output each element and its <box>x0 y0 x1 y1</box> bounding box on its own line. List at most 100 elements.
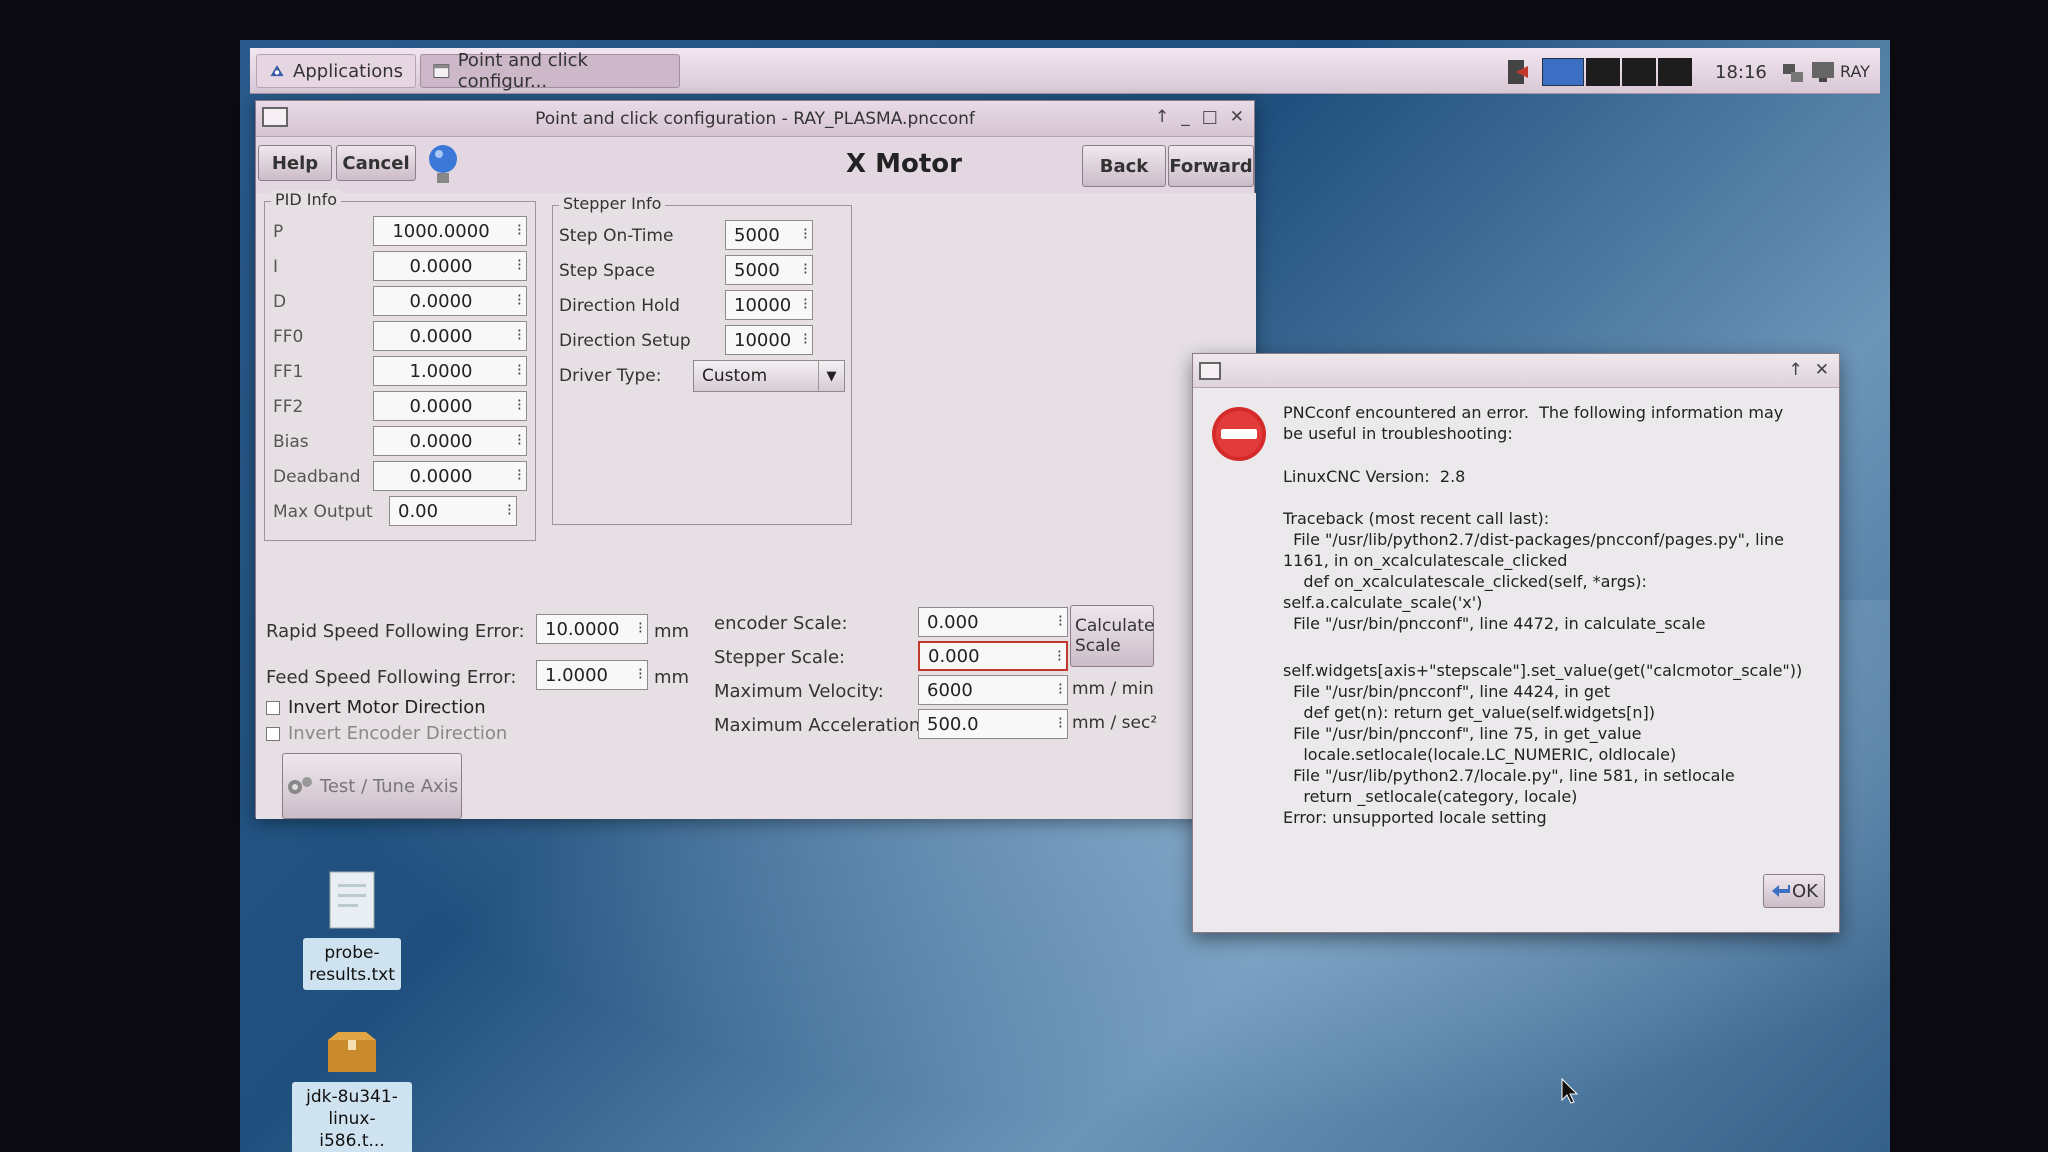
window-menu-icon[interactable] <box>1199 362 1221 380</box>
driver-type-label: Driver Type: <box>559 366 662 386</box>
max-output-spinbox[interactable]: 0.00 <box>389 496 517 526</box>
gears-icon <box>287 777 312 794</box>
linuxcnc-version-text: LinuxCNC Version: 2.8 <box>1283 467 1466 486</box>
max-acceleration-spinbox[interactable]: 500.0 <box>918 709 1068 739</box>
pid-label: Bias <box>273 432 309 452</box>
archive-package-icon <box>328 1032 376 1072</box>
label-line: jdk-8u341- <box>306 1087 398 1107</box>
step-space-spinbox[interactable]: 5000 <box>725 255 813 285</box>
stepper-info-frame: Stepper Info Step On-Time 5000 Step Spac… <box>552 194 852 525</box>
encoder-scale-spinbox[interactable]: 0.000 <box>918 607 1068 637</box>
direction-hold-spinbox[interactable]: 10000 <box>725 290 813 320</box>
window-menu-icon[interactable] <box>262 107 288 127</box>
traceback-text: Traceback (most recent call last): File … <box>1283 509 1784 633</box>
pin-icon[interactable]: ↑ <box>1155 107 1169 127</box>
workspace-switcher[interactable] <box>1542 58 1694 86</box>
page-title: X Motor <box>846 149 962 179</box>
toolbar: Help Cancel X Motor Back Forward <box>256 137 1254 193</box>
back-button[interactable]: Back <box>1082 145 1166 187</box>
applications-menu-button[interactable]: Applications <box>256 54 416 88</box>
pid-ff1-spinbox[interactable]: 1.0000 <box>373 356 527 386</box>
close-icon[interactable]: ✕ <box>1815 360 1829 380</box>
chevron-down-icon: ▼ <box>818 361 844 391</box>
dialog-titlebar[interactable]: ↑ ✕ <box>1193 354 1839 388</box>
workspace-1[interactable] <box>1542 58 1584 86</box>
pid-label: Deadband <box>273 467 361 487</box>
test-tune-axis-label: Test / Tune Axis <box>319 775 459 797</box>
stepper-scale-spinbox[interactable]: 0.000 <box>918 641 1068 671</box>
mouse-cursor-icon <box>1561 1078 1579 1104</box>
max-velocity-label: Maximum Velocity: <box>714 681 884 702</box>
encoder-scale-label: encoder Scale: <box>714 613 848 634</box>
pid-ff2-spinbox[interactable]: 0.0000 <box>373 391 527 421</box>
workspace-3[interactable] <box>1622 58 1656 86</box>
driver-type-combo[interactable]: Custom ▼ <box>693 360 845 392</box>
lightbulb-icon <box>429 145 457 183</box>
stepper-scale-label: Stepper Scale: <box>714 647 846 668</box>
logout-icon[interactable] <box>1502 58 1532 86</box>
display-icon[interactable] <box>1810 58 1836 86</box>
applications-icon <box>270 65 284 77</box>
direction-setup-spinbox[interactable]: 10000 <box>725 325 813 355</box>
desktop-icon-label: jdk-8u341- linux-i586.t... <box>292 1082 412 1152</box>
close-icon[interactable]: ✕ <box>1230 107 1244 127</box>
pid-d-spinbox[interactable]: 0.0000 <box>373 286 527 316</box>
rapid-following-error-spinbox[interactable]: 10.0000 <box>536 614 648 644</box>
ok-button[interactable]: OK <box>1763 874 1825 908</box>
text-file-icon <box>329 871 375 929</box>
pid-label: P <box>273 222 284 242</box>
maximize-icon[interactable]: □ <box>1202 107 1218 127</box>
feed-unit-label: mm <box>654 667 690 688</box>
pid-deadband-spinbox[interactable]: 0.0000 <box>373 461 527 491</box>
invert-motor-direction-checkbox[interactable]: Invert Motor Direction <box>266 697 486 718</box>
calculate-scale-button[interactable]: Calculate Scale <box>1070 605 1154 667</box>
test-tune-axis-button[interactable]: Test / Tune Axis <box>282 753 462 819</box>
feed-following-error-spinbox[interactable]: 1.0000 <box>536 660 648 690</box>
rapid-following-error-label: Rapid Speed Following Error: <box>266 621 525 642</box>
pid-ff0-spinbox[interactable]: 0.0000 <box>373 321 527 351</box>
user-name[interactable]: RAY <box>1840 62 1870 81</box>
step-on-time-label: Step On-Time <box>559 226 674 246</box>
workspace-4[interactable] <box>1658 58 1692 86</box>
cancel-button[interactable]: Cancel <box>336 145 416 181</box>
forward-button[interactable]: Forward <box>1168 145 1254 187</box>
minimize-icon[interactable]: _ <box>1181 107 1190 127</box>
window-icon <box>433 64 450 78</box>
feed-following-error-label: Feed Speed Following Error: <box>266 667 517 688</box>
checkbox-box[interactable] <box>266 700 280 715</box>
rapid-unit-label: mm <box>654 621 690 642</box>
desktop-icon-probe-results[interactable]: probe- results.txt <box>292 870 412 990</box>
pid-label: D <box>273 292 287 312</box>
pin-icon[interactable]: ↑ <box>1789 360 1803 380</box>
checkbox-box[interactable] <box>266 726 280 741</box>
applications-label: Applications <box>293 60 403 82</box>
invert-encoder-direction-checkbox[interactable]: Invert Encoder Direction <box>266 723 507 744</box>
calculate-scale-line2: Scale <box>1075 636 1121 656</box>
direction-setup-label: Direction Setup <box>559 331 691 351</box>
desktop-icon-jdk-archive[interactable]: jdk-8u341- linux-i586.t... <box>292 1030 412 1152</box>
pid-i-spinbox[interactable]: 0.0000 <box>373 251 527 281</box>
direction-hold-label: Direction Hold <box>559 296 680 316</box>
taskbar-window-button[interactable]: Point and click configur... <box>420 50 680 92</box>
max-acceleration-unit: mm / sec² <box>1072 713 1158 733</box>
pid-label: FF1 <box>273 362 304 382</box>
window-titlebar[interactable]: Point and click configuration - RAY_PLAS… <box>256 101 1254 137</box>
return-arrow-icon <box>1772 885 1790 897</box>
pid-info-title: PID Info <box>271 190 342 209</box>
taskbar-window-label: Point and click configur... <box>457 50 588 92</box>
clock[interactable]: 18:16 <box>1715 62 1767 83</box>
motor-config-panel: PID Info P 1000.0000 I 0.0000 D 0.0000 F… <box>256 190 1256 819</box>
pid-p-spinbox[interactable]: 1000.0000 <box>373 216 527 246</box>
label-line: results.txt <box>309 965 395 985</box>
invert-encoder-direction-label: Invert Encoder Direction <box>288 723 508 744</box>
max-velocity-unit: mm / min <box>1072 679 1154 699</box>
stepper-info-title: Stepper Info <box>559 194 666 213</box>
workspace-2[interactable] <box>1586 58 1620 86</box>
step-on-time-spinbox[interactable]: 5000 <box>725 220 813 250</box>
error-dialog: ↑ ✕ PNCconf encountered an error. The fo… <box>1192 353 1840 933</box>
network-icon[interactable] <box>1780 58 1806 86</box>
max-velocity-spinbox[interactable]: 6000 <box>918 675 1068 705</box>
help-button[interactable]: Help <box>258 145 332 181</box>
top-panel: Applications Point and click configur...… <box>250 48 1880 94</box>
pid-bias-spinbox[interactable]: 0.0000 <box>373 426 527 456</box>
